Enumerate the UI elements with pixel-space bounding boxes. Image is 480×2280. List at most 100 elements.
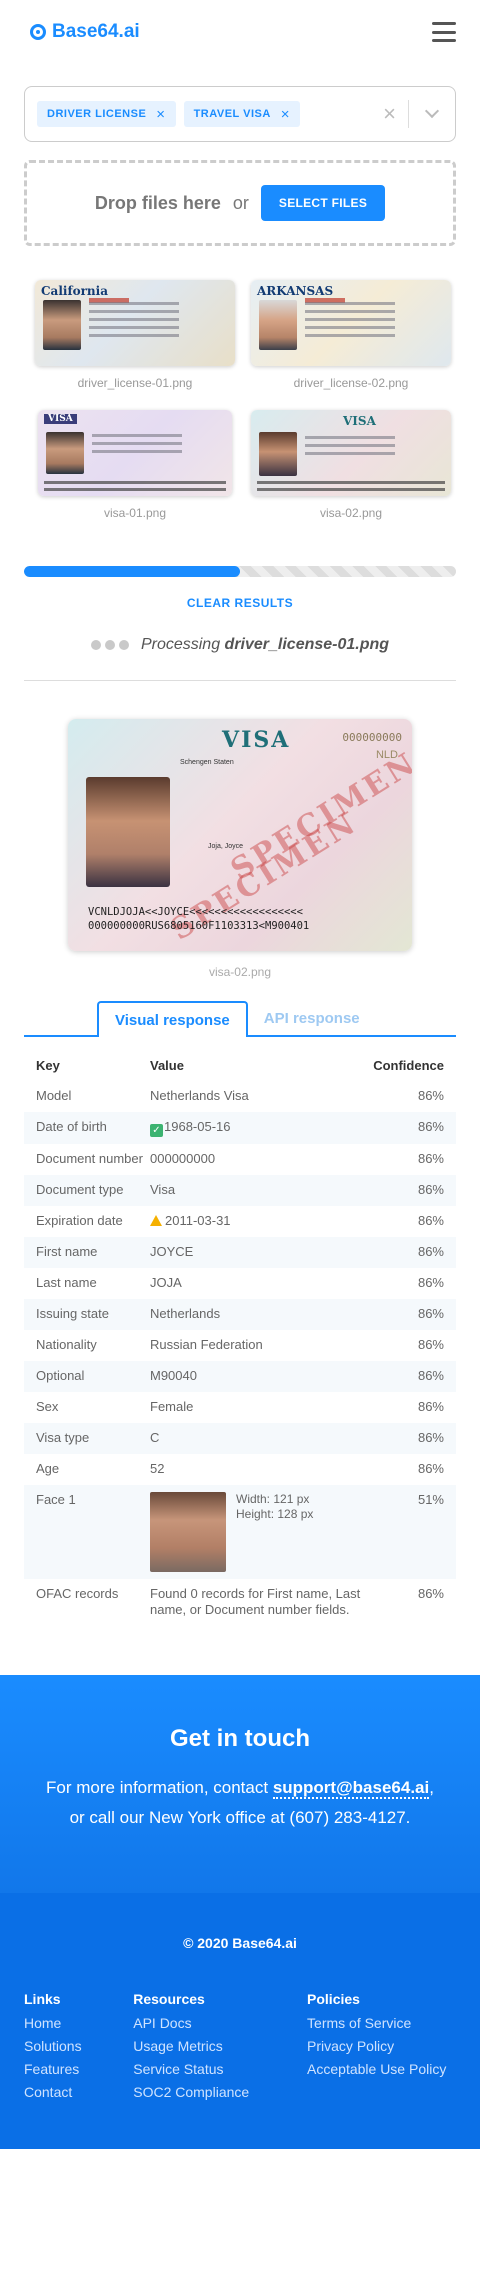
logo-icon: [30, 24, 46, 40]
thumbnail-visa-02[interactable]: VISA visa-02.png: [250, 410, 452, 540]
select-controls: ×: [383, 100, 443, 128]
chip-label: DRIVER LICENSE: [47, 108, 147, 120]
visa-title: VISA: [222, 727, 291, 753]
thumbnail-caption: visa-01.png: [103, 506, 167, 520]
file-dropzone[interactable]: Drop files here or SELECT FILES: [24, 160, 456, 246]
footer-column-title: Resources: [133, 1991, 205, 2007]
thumbnail-header: ARKANSAS: [257, 284, 334, 298]
separator: [408, 100, 409, 128]
row-key: Model: [36, 1088, 72, 1103]
table-row: Expiration date 2011-03-31 86%: [24, 1206, 456, 1237]
row-value: JOJA: [150, 1275, 182, 1290]
row-key: Sex: [36, 1399, 59, 1414]
row-value: ✓ 1968-05-16: [150, 1119, 364, 1137]
loading-dots-icon: [90, 640, 129, 650]
table-row: OFAC records Found 0 records for First na…: [24, 1579, 456, 1625]
thumbnail-driver-license-01[interactable]: California driver_license-01.png: [34, 280, 236, 410]
face-image: [150, 1492, 226, 1572]
header: Base64.ai: [0, 0, 480, 64]
footer-link[interactable]: Home: [24, 2012, 133, 2035]
thumbnail-image[interactable]: VISA: [38, 410, 232, 496]
document-preview: VISA 000000000 NLD Schengen Staten Joja,…: [68, 719, 412, 951]
row-confidence: 86%: [417, 1182, 444, 1197]
footer-link[interactable]: Privacy Policy: [307, 2035, 456, 2058]
table-row: Nationality Russian Federation 86%: [24, 1330, 456, 1361]
id-photo: [46, 432, 84, 474]
table-row: First name JOYCE 86%: [24, 1237, 456, 1268]
thumbnail-driver-license-02[interactable]: ARKANSAS driver_license-02.png: [250, 280, 452, 410]
select-files-button[interactable]: SELECT FILES: [260, 185, 386, 221]
table-row: Model Netherlands Visa 86%: [24, 1081, 456, 1112]
footer-link[interactable]: Usage Metrics: [133, 2035, 307, 2058]
thumbnail-caption: visa-02.png: [319, 506, 383, 520]
visa-image: VISA 000000000 NLD Schengen Staten Joja,…: [68, 719, 412, 951]
selected-chips: DRIVER LICENSE × TRAVEL VISA ×: [37, 101, 383, 127]
row-confidence: 86%: [417, 1119, 444, 1134]
row-value: Netherlands: [150, 1306, 221, 1321]
row-key: Document type: [36, 1182, 124, 1197]
row-confidence: 86%: [417, 1337, 444, 1352]
document-type-select[interactable]: DRIVER LICENSE × TRAVEL VISA × ×: [24, 86, 456, 142]
thumbnail-visa-01[interactable]: VISA visa-01.png: [34, 410, 236, 540]
logo-text: Base64.ai: [52, 21, 140, 42]
row-value: 52: [150, 1461, 165, 1476]
row-confidence: 86%: [417, 1244, 444, 1259]
contact-title: Get in touch: [170, 1725, 310, 1752]
footer-link[interactable]: Contact: [24, 2081, 133, 2104]
page: Base64.ai DRIVER LICENSE × TRAVEL VISA ×…: [0, 0, 480, 2149]
row-key: Visa type: [36, 1430, 90, 1445]
footer-link[interactable]: Service Status: [133, 2058, 307, 2081]
preview-caption: visa-02.png: [208, 965, 272, 979]
copyright: © 2020 Base64.ai: [183, 1935, 297, 1951]
table-row: Sex Female 86%: [24, 1392, 456, 1423]
tab-visual-response[interactable]: Visual response: [97, 1001, 248, 1037]
row-value: Visa: [150, 1182, 176, 1197]
footer-column-title: Links: [24, 1991, 61, 2007]
table-row: Age 52 86%: [24, 1454, 456, 1485]
footer-link[interactable]: Features: [24, 2058, 133, 2081]
table-row: Date of birth ✓ 1968-05-16 86%: [24, 1112, 456, 1144]
visa-photo: [86, 777, 170, 887]
footer-link[interactable]: SOC2 Compliance: [133, 2081, 307, 2104]
thumbnail-image[interactable]: ARKANSAS: [251, 280, 451, 366]
chip-driver-license: DRIVER LICENSE ×: [37, 101, 176, 127]
clear-results-button[interactable]: CLEAR RESULTS: [0, 596, 480, 610]
drop-or-text: or: [232, 192, 249, 213]
table-row: Issuing state Netherlands 86%: [24, 1299, 456, 1330]
logo[interactable]: Base64.ai: [30, 21, 140, 43]
contact-line-2: or call our New York office at (607) 283…: [69, 1808, 411, 1827]
hamburger-menu-icon[interactable]: [432, 22, 456, 42]
row-confidence: 86%: [417, 1151, 444, 1166]
thumbnail-caption: driver_license-01.png: [77, 376, 193, 390]
footer-link[interactable]: Terms of Service: [307, 2012, 456, 2035]
thumbnail-header: California: [41, 284, 108, 298]
thumbnail-header: VISA: [44, 414, 77, 424]
table-row: Optional M90040 86%: [24, 1361, 456, 1392]
row-confidence: 86%: [417, 1368, 444, 1383]
sample-thumbnails: California driver_license-01.png ARKANSA…: [34, 280, 480, 540]
column-header-key: Key: [36, 1057, 60, 1073]
row-value: M90040: [150, 1368, 197, 1383]
upload-progress-bar: [24, 566, 456, 577]
chevron-down-icon[interactable]: [424, 103, 440, 119]
remove-chip-icon[interactable]: ×: [281, 106, 290, 123]
footer-link[interactable]: API Docs: [133, 2012, 307, 2035]
row-key: Document number: [36, 1151, 143, 1166]
footer-link[interactable]: Acceptable Use Policy: [307, 2058, 456, 2081]
footer-link[interactable]: Solutions: [24, 2035, 133, 2058]
tab-api-response[interactable]: API response: [248, 1001, 376, 1035]
row-value: Female: [150, 1399, 194, 1414]
table-row: Visa type C 86%: [24, 1423, 456, 1454]
row-value: Netherlands Visa: [150, 1088, 249, 1103]
chip-travel-visa: TRAVEL VISA ×: [183, 101, 301, 127]
remove-chip-icon[interactable]: ×: [156, 106, 165, 123]
id-photo: [259, 432, 297, 476]
thumbnail-image[interactable]: California: [35, 280, 235, 366]
visa-mrz: VCNLDJOJA<<JOYCE<<<<<<<<<<<<<<<<<< 000000…: [88, 906, 310, 932]
clear-selection-icon[interactable]: ×: [383, 101, 396, 127]
support-email-link[interactable]: support@base64.ai: [272, 1778, 430, 1799]
thumbnail-header: VISA: [343, 414, 376, 428]
face-height: Height: 128 px: [236, 1507, 314, 1521]
row-confidence: 86%: [417, 1461, 444, 1476]
thumbnail-image[interactable]: VISA: [251, 410, 451, 496]
